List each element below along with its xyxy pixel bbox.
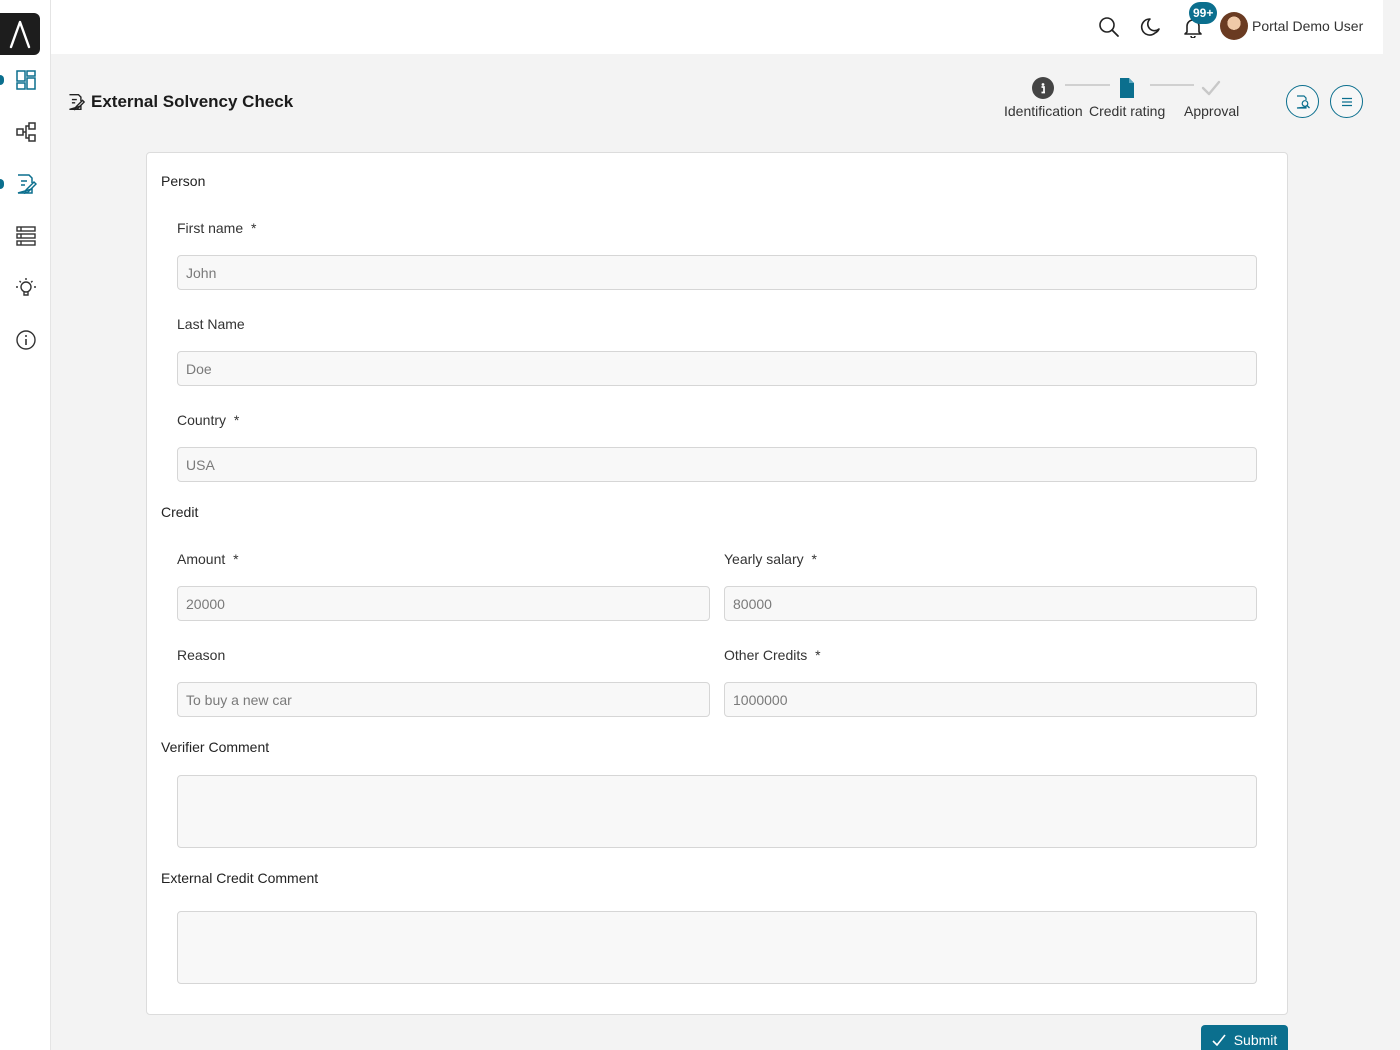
- yearly-salary-field[interactable]: [724, 586, 1257, 621]
- required-marker: *: [811, 551, 817, 567]
- sidebar-item-processes[interactable]: [0, 112, 51, 152]
- reason-label-text: Reason: [177, 647, 226, 663]
- step-label-credit-rating[interactable]: Credit rating: [1089, 103, 1165, 119]
- step-connector: [1150, 84, 1194, 86]
- theme-toggle-button[interactable]: [1138, 14, 1164, 40]
- other-credits-field[interactable]: [724, 682, 1257, 717]
- sidebar-item-dashboard[interactable]: [0, 60, 51, 100]
- info-icon: [1041, 83, 1045, 94]
- top-bar: 99+ Portal Demo User: [51, 0, 1383, 54]
- country-label: Country *: [177, 412, 239, 428]
- required-marker: *: [233, 412, 240, 428]
- amount-field[interactable]: [177, 586, 710, 621]
- step-label-approval[interactable]: Approval: [1184, 103, 1239, 119]
- amount-label-text: Amount: [177, 551, 226, 567]
- amount-label: Amount *: [177, 551, 239, 567]
- check-icon: [1201, 80, 1221, 96]
- last-name-field[interactable]: [177, 351, 1257, 386]
- yearly-salary-label-text: Yearly salary: [724, 551, 804, 567]
- first-name-label: First name *: [177, 220, 256, 236]
- document-search-icon: [1296, 94, 1310, 109]
- country-field[interactable]: [177, 447, 1257, 482]
- list-icon: [15, 226, 36, 246]
- last-name-label: Last Name: [177, 316, 245, 332]
- process-icon: [15, 122, 36, 142]
- step-credit-rating-node[interactable]: [1116, 77, 1138, 99]
- external-credit-comment-field[interactable]: [177, 911, 1257, 984]
- yearly-salary-label: Yearly salary *: [724, 551, 817, 567]
- logo-icon: [9, 20, 31, 49]
- step-approval-node[interactable]: [1200, 77, 1222, 99]
- required-marker: *: [233, 551, 239, 567]
- page-title-text: External Solvency Check: [91, 92, 294, 111]
- submit-label: Submit: [1233, 1032, 1278, 1048]
- active-indicator: [0, 75, 4, 85]
- section-title-credit: Credit: [161, 504, 199, 520]
- hamburger-icon: [1341, 97, 1352, 106]
- section-title-person: Person: [161, 173, 206, 189]
- page-title: External Solvency Check: [67, 92, 293, 112]
- info-icon: [15, 330, 36, 350]
- required-marker: *: [815, 647, 821, 663]
- step-label-identification[interactable]: Identification: [1004, 103, 1083, 119]
- lightbulb-icon: [15, 278, 36, 296]
- document-icon: [1120, 78, 1134, 98]
- avatar[interactable]: [1220, 12, 1248, 40]
- section-title-verifier-comment: Verifier Comment: [161, 739, 270, 755]
- sidebar-item-info[interactable]: [0, 320, 51, 360]
- required-marker: *: [251, 220, 257, 236]
- section-title-external-credit-comment: External Credit Comment: [161, 870, 319, 886]
- dashboard-icon: [15, 70, 36, 90]
- menu-button[interactable]: [1330, 85, 1363, 118]
- app-logo[interactable]: [0, 13, 40, 55]
- first-name-field[interactable]: [177, 255, 1257, 290]
- step-connector: [1065, 84, 1110, 86]
- first-name-label-text: First name: [177, 220, 244, 236]
- check-icon: [1212, 1034, 1226, 1046]
- step-identification-node[interactable]: [1032, 77, 1054, 99]
- submit-button[interactable]: Submit: [1201, 1025, 1288, 1050]
- task-icon: [17, 174, 37, 195]
- case-details-button[interactable]: [1286, 85, 1319, 118]
- user-name[interactable]: Portal Demo User: [1252, 18, 1363, 34]
- country-label-text: Country: [177, 412, 227, 428]
- verifier-comment-field[interactable]: [177, 775, 1257, 848]
- reason-field[interactable]: [177, 682, 710, 717]
- task-icon: [69, 93, 85, 111]
- other-credits-label: Other Credits *: [724, 647, 821, 663]
- sidebar-item-ideas[interactable]: [0, 268, 51, 308]
- last-name-label-text: Last Name: [177, 316, 245, 332]
- active-indicator: [0, 179, 4, 189]
- sidebar-item-list[interactable]: [0, 216, 51, 256]
- notification-badge: 99+: [1189, 2, 1218, 24]
- search-icon: [1099, 17, 1119, 37]
- sidebar: [0, 0, 51, 1050]
- moon-icon: [1140, 18, 1160, 36]
- other-credits-label-text: Other Credits: [724, 647, 808, 663]
- search-button[interactable]: [1096, 14, 1122, 40]
- reason-label: Reason: [177, 647, 225, 663]
- sidebar-item-tasks[interactable]: [0, 164, 51, 204]
